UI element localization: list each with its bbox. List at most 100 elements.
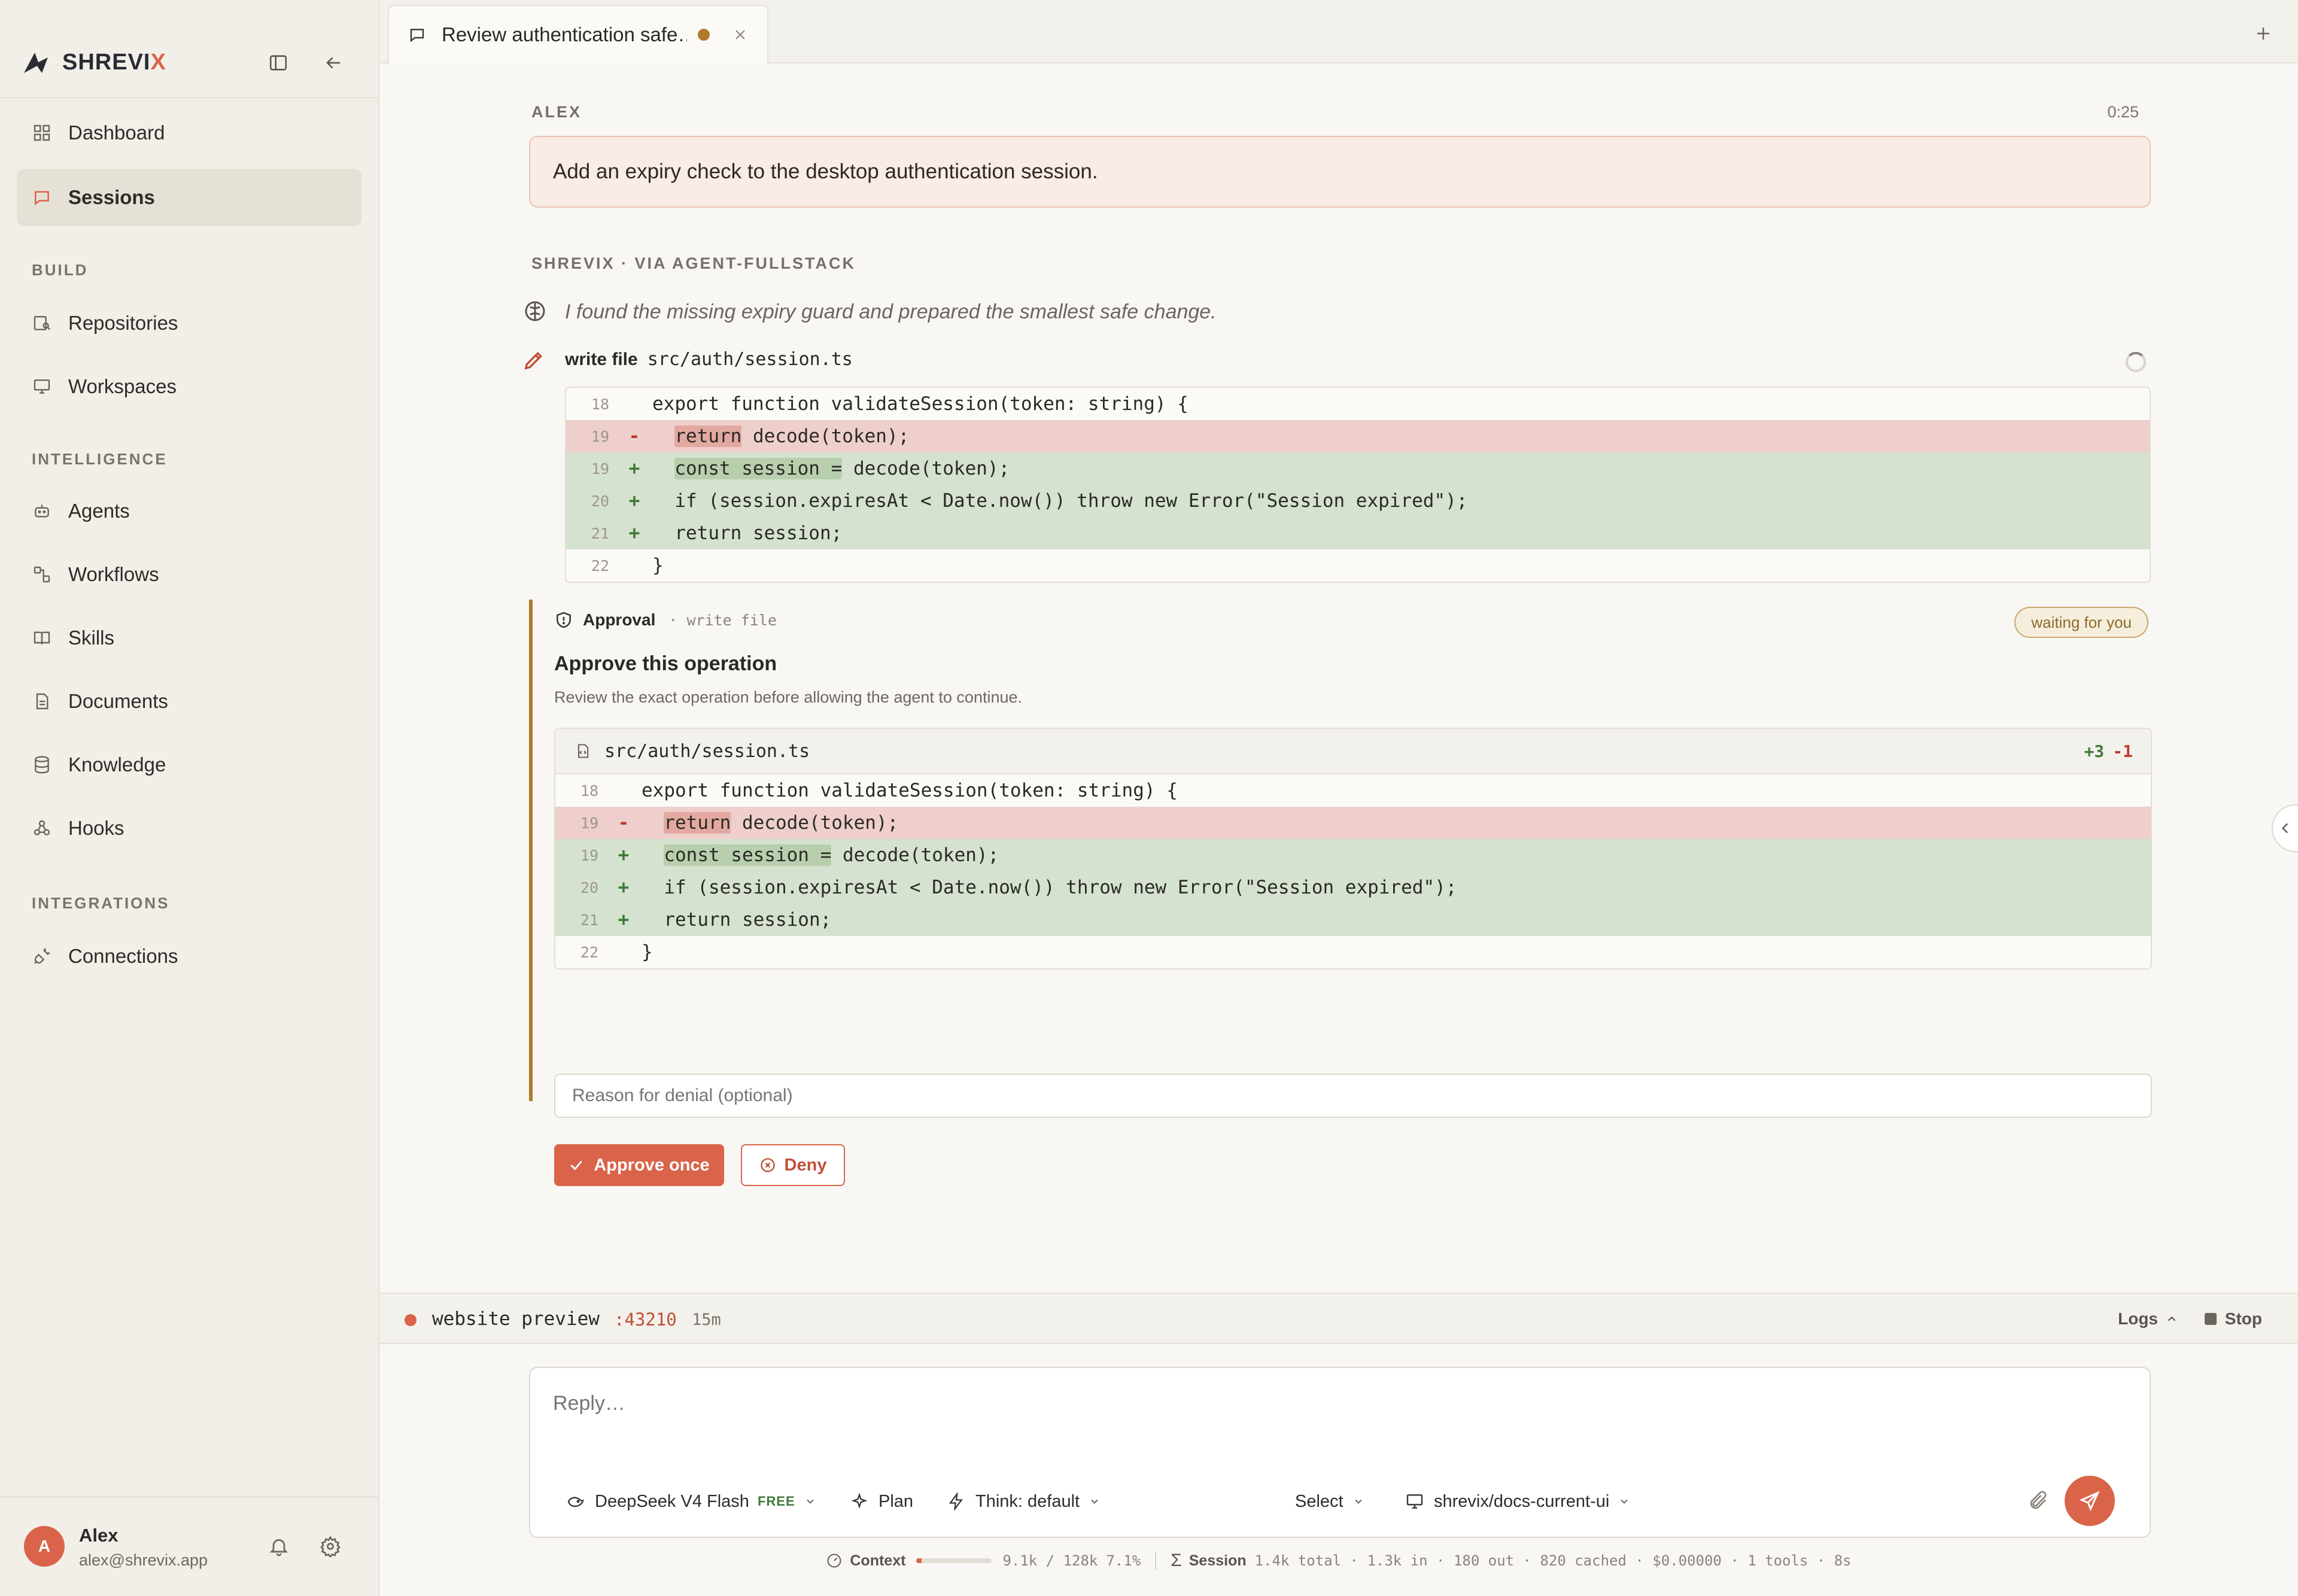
collapse-panel-chevron-icon[interactable]: [2272, 804, 2298, 852]
pencil-icon: [524, 351, 543, 370]
sidebar-item-label: Repositories: [68, 312, 178, 334]
user-name: Alex: [79, 1525, 118, 1546]
bot-icon: [31, 500, 53, 522]
chat-icon: [31, 187, 53, 208]
diff-line: 22 }: [566, 549, 2150, 582]
sidebar-item-sessions[interactable]: Sessions: [17, 169, 361, 226]
diff-line: 19 + const session = decode(token);: [555, 839, 2151, 871]
repo-icon: [31, 312, 53, 334]
line-number: 22: [591, 557, 609, 574]
approve-once-button[interactable]: Approve once: [554, 1144, 724, 1186]
sidebar-item-label: Connections: [68, 945, 178, 967]
sidebar-item-hooks[interactable]: Hooks: [17, 799, 361, 857]
composer: DeepSeek V4 Flash FREE Plan Think: defau…: [529, 1367, 2151, 1538]
paperclip-icon[interactable]: [2025, 1488, 2051, 1514]
sidebar-item-workspaces[interactable]: Workspaces: [17, 358, 361, 415]
sidebar-item-label: Skills: [68, 627, 115, 649]
gear-icon[interactable]: [317, 1533, 344, 1559]
code-text: return session;: [674, 522, 843, 544]
sidebar-item-documents[interactable]: Documents: [17, 673, 361, 730]
message-time: 0:25: [2107, 103, 2139, 121]
session-label: Session: [1188, 1552, 1247, 1569]
free-badge: FREE: [757, 1494, 795, 1509]
database-icon: [31, 754, 53, 776]
deny-button[interactable]: Deny: [741, 1144, 845, 1186]
unsaved-dot: [698, 29, 710, 41]
section-title-integrations: INTEGRATIONS: [32, 894, 170, 912]
tab-title: Review authentication safe…: [442, 23, 687, 45]
sidebar-item-connections[interactable]: Connections: [17, 928, 361, 985]
avatar[interactable]: A: [24, 1526, 65, 1567]
approval-subtext: Review the exact operation before allowi…: [554, 688, 1023, 706]
approval-card: Approval · write file waiting for you Ap…: [529, 600, 2152, 1186]
code-text: return decode(token);: [664, 812, 899, 834]
user-message: Add an expiry check to the desktop authe…: [529, 136, 2151, 208]
diff-line: 22 }: [555, 936, 2151, 968]
close-icon[interactable]: [731, 26, 749, 44]
brand-logo[interactable]: SHREVIX: [22, 48, 166, 77]
code-text: return decode(token);: [674, 425, 910, 447]
sidebar-item-agents[interactable]: Agents: [17, 482, 361, 540]
select-mode[interactable]: Select: [1295, 1485, 1365, 1518]
think-selector[interactable]: Think: default: [946, 1485, 1101, 1518]
new-tab-plus-icon[interactable]: [2253, 23, 2274, 44]
sidebar-item-knowledge[interactable]: Knowledge: [17, 736, 361, 794]
x-circle-icon: [760, 1158, 775, 1172]
sidebar-item-label: Workspaces: [68, 375, 177, 397]
diff-sign: [606, 780, 642, 801]
line-number: 20: [580, 878, 598, 896]
sidebar-item-repositories[interactable]: Repositories: [17, 294, 361, 352]
toggle-sidebar-icon[interactable]: [263, 48, 293, 78]
diff-sign: [606, 941, 642, 963]
sidebar-item-label: Sessions: [68, 186, 155, 208]
line-number: 21: [591, 524, 609, 542]
model-selector[interactable]: DeepSeek V4 Flash FREE: [565, 1485, 817, 1518]
tool-call-write-file[interactable]: write file src/auth/session.ts: [565, 349, 2151, 370]
back-arrow-icon[interactable]: [318, 48, 348, 78]
stop-button[interactable]: Stop: [2204, 1309, 2262, 1329]
diff-line: 19 + const session = decode(token);: [566, 452, 2150, 485]
logs-toggle[interactable]: Logs: [2118, 1309, 2178, 1329]
status-line: Context 9.1k / 128k 7.1% Σ Session 1.4k …: [379, 1550, 2298, 1571]
plug-icon: [31, 946, 53, 967]
diff-line: 21 + return session;: [566, 517, 2150, 549]
sidebar-item-skills[interactable]: Skills: [17, 609, 361, 667]
user-profile[interactable]: A Alex alex@shrevix.app: [0, 1496, 378, 1596]
app-window: SHREVIX Dashboard Sessions BUILD Reposit…: [0, 0, 2298, 1596]
plan-toggle[interactable]: Plan: [849, 1485, 913, 1518]
code-text: }: [652, 555, 664, 576]
sidebar-item-label: Agents: [68, 500, 130, 522]
sidebar-item-label: Dashboard: [68, 121, 165, 144]
approval-label: Approval: [583, 610, 656, 629]
diff-sign: -: [628, 425, 640, 447]
line-number: 18: [580, 782, 598, 799]
code-file-icon: [573, 741, 592, 761]
gauge-icon: [827, 1554, 841, 1568]
sidebar-item-dashboard[interactable]: Dashboard: [17, 104, 361, 162]
denial-reason-input[interactable]: [554, 1074, 2152, 1118]
send-button[interactable]: [2065, 1476, 2115, 1526]
sidebar-item-label: Knowledge: [68, 753, 166, 776]
deepseek-whale-icon: [565, 1491, 586, 1512]
reply-input[interactable]: [553, 1392, 1989, 1415]
preview-port[interactable]: :43210: [614, 1309, 677, 1330]
tool-path: src/auth/session.ts: [647, 349, 853, 370]
diff-sign: [616, 393, 652, 415]
sparkle-icon: [849, 1491, 870, 1512]
approval-operation: · write file: [668, 611, 777, 629]
chevron-down-icon: [1088, 1495, 1101, 1508]
brand-name: SHREVIX: [62, 49, 166, 75]
line-number: 20: [591, 492, 609, 510]
bell-icon[interactable]: [266, 1533, 292, 1559]
chevron-down-icon: [804, 1495, 817, 1508]
chevron-down-icon: [1352, 1495, 1365, 1508]
workspace-selector[interactable]: shrevix/docs-current-ui: [1404, 1485, 1631, 1518]
preview-bar: website preview :43210 15m Logs Stop: [379, 1293, 2298, 1344]
diff-line: 19 - return decode(token);: [566, 420, 2150, 452]
preview-name: website preview: [432, 1308, 600, 1330]
tool-label: write file: [565, 349, 638, 369]
code-text: const session = decode(token);: [674, 458, 1010, 479]
diff-line: 19 - return decode(token);: [555, 807, 2151, 839]
tab-session[interactable]: Review authentication safe…: [388, 5, 768, 63]
sidebar-item-workflows[interactable]: Workflows: [17, 546, 361, 603]
